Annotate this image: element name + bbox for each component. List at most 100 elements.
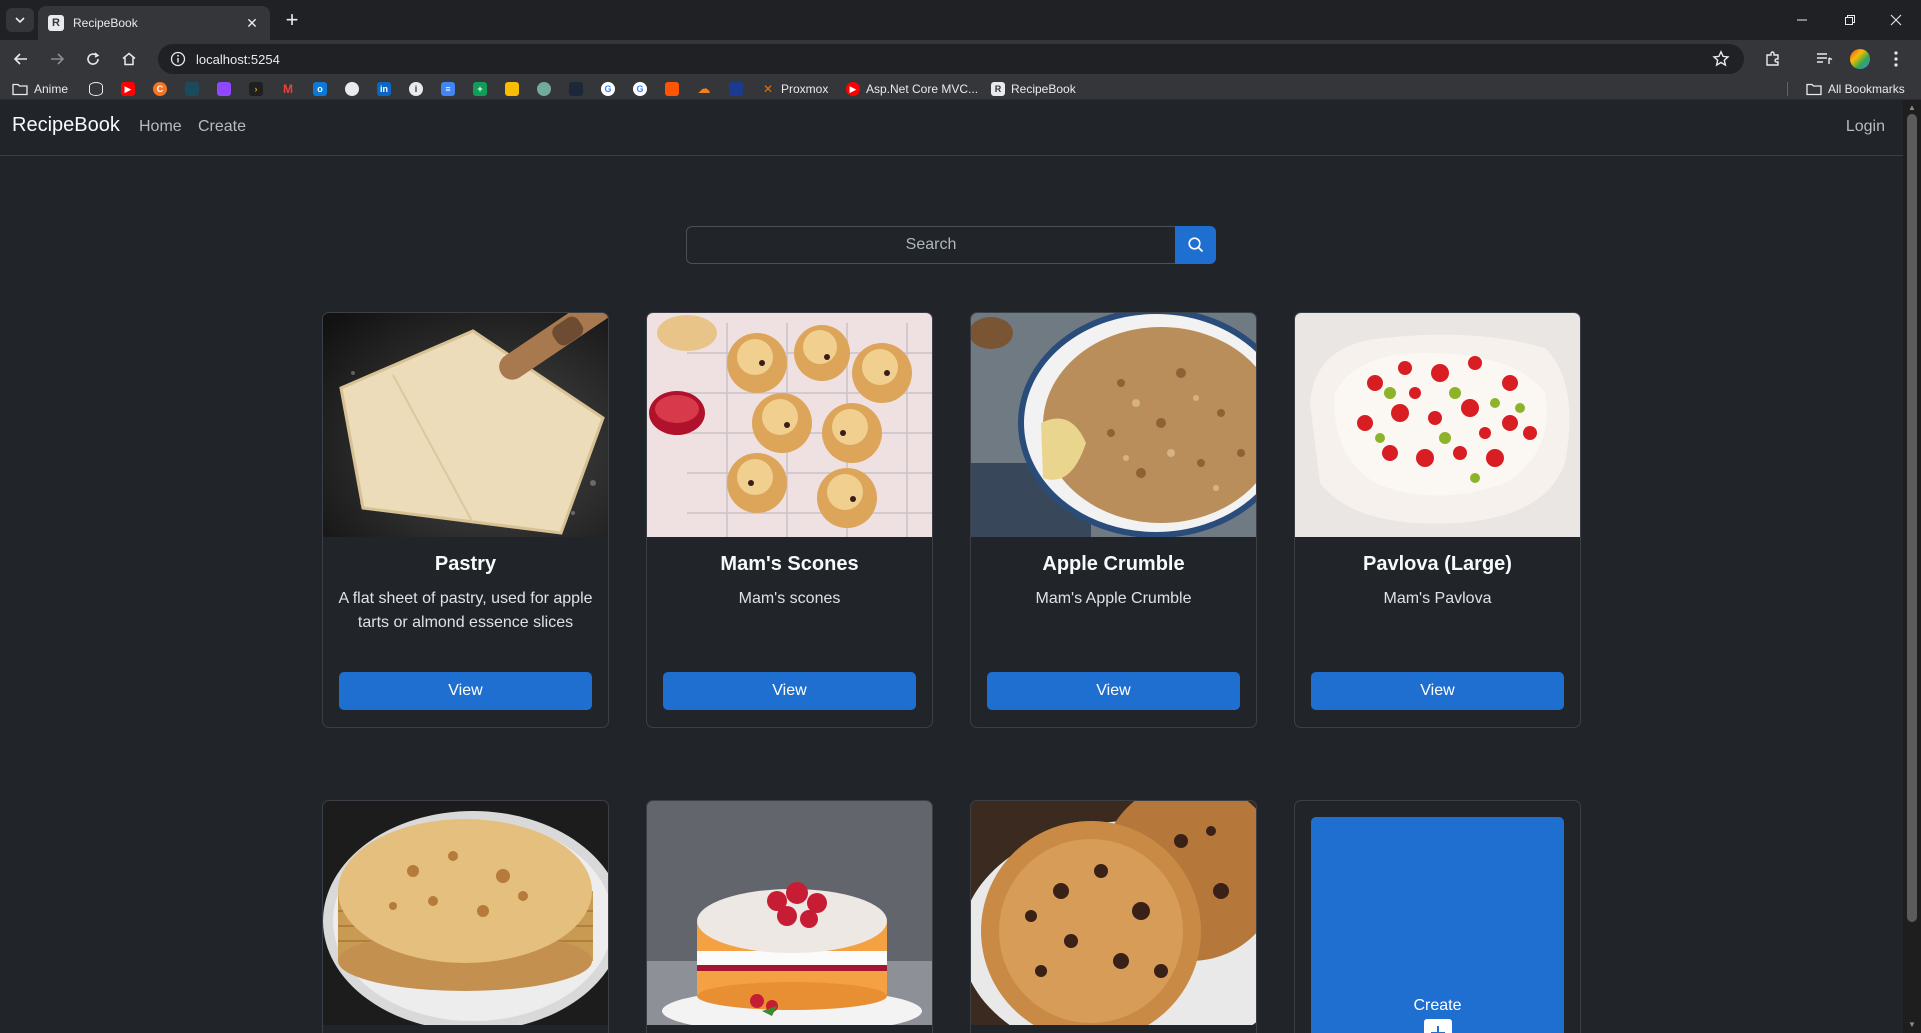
bookmark-twitch[interactable]: [217, 81, 231, 97]
view-recipe-button[interactable]: View: [663, 672, 916, 710]
address-bar[interactable]: localhost:5254: [158, 44, 1744, 74]
rss-icon: [185, 82, 199, 96]
puzzle-icon: [1766, 51, 1779, 66]
bookmark-google[interactable]: G: [601, 81, 615, 97]
search-input[interactable]: [686, 226, 1175, 264]
recipe-card: Pastry A flat sheet of pastry, used for …: [322, 312, 609, 728]
forward-button[interactable]: [45, 47, 69, 71]
all-bookmarks-label: All Bookmarks: [1828, 82, 1905, 96]
scroll-down-arrow-icon[interactable]: ▼: [1907, 1019, 1917, 1029]
bookmark-github[interactable]: [345, 81, 359, 97]
plus-icon: [1424, 1019, 1452, 1033]
bookmark-google-alt[interactable]: G: [633, 81, 647, 97]
page-scrollbar[interactable]: ▲ ▼: [1903, 100, 1921, 1033]
home-button[interactable]: [117, 47, 141, 71]
recipe-card: Mam's Scones Mam's scones View: [646, 312, 933, 728]
page-viewport: RecipeBook Home Create Login Pastry A fl…: [0, 100, 1903, 1033]
login-link[interactable]: Login: [1846, 118, 1885, 136]
create-recipe-tile[interactable]: Create: [1311, 817, 1564, 1033]
nav-create-link[interactable]: Create: [198, 118, 246, 136]
close-tab-icon[interactable]: ✕: [244, 15, 260, 32]
scrollbar-thumb[interactable]: [1907, 114, 1917, 922]
all-bookmarks-button[interactable]: All Bookmarks: [1806, 81, 1905, 97]
bookmark-cloud[interactable]: ☁: [697, 81, 711, 97]
github-icon: [345, 82, 359, 96]
home-icon: [122, 52, 136, 66]
youtube-icon: ▶: [121, 82, 135, 96]
outlook-icon: o: [313, 82, 327, 96]
back-button[interactable]: [9, 47, 33, 71]
bookmark-label: Asp.Net Core MVC...: [866, 82, 979, 96]
view-recipe-button[interactable]: View: [1311, 672, 1564, 710]
proxmox-icon: ✕: [761, 82, 775, 96]
recipe-title: Pavlova (Large): [1363, 553, 1512, 575]
search-button[interactable]: [1175, 226, 1216, 264]
url-text: localhost:5254: [196, 51, 280, 67]
cookies-image: [971, 801, 1256, 1025]
brand-link[interactable]: RecipeBook: [12, 114, 120, 137]
browser-menu-button[interactable]: [1884, 47, 1908, 71]
bookmark-crunchyroll[interactable]: C: [153, 81, 167, 97]
profile-button[interactable]: [1848, 47, 1872, 71]
twitch-icon: [217, 82, 231, 96]
folder-icon: [1806, 83, 1822, 96]
media-queue-icon: [1817, 53, 1833, 64]
folder-icon: [12, 83, 28, 96]
pavlova-image: [1295, 313, 1580, 537]
tab-search-button[interactable]: [6, 8, 34, 32]
minimize-button[interactable]: [1779, 8, 1825, 32]
bookmark-soundcloud[interactable]: [665, 81, 679, 97]
recipe-card: [970, 800, 1257, 1033]
bookmarks-divider: [1787, 82, 1788, 96]
bookmark-sheets[interactable]: +: [473, 81, 487, 97]
bookmark-steam[interactable]: [569, 81, 583, 97]
bookmark-chatgpt[interactable]: [537, 81, 551, 97]
reload-button[interactable]: [81, 47, 105, 71]
view-recipe-button[interactable]: View: [339, 672, 592, 710]
avatar: [1850, 49, 1870, 69]
recipe-description: Mam's Pavlova: [1383, 590, 1492, 607]
bookmark-keep[interactable]: [505, 81, 519, 97]
soundcloud-icon: [665, 82, 679, 96]
bookmark-linkedin[interactable]: in: [377, 81, 391, 97]
bookmark-plex[interactable]: ›: [249, 81, 263, 97]
search-bar: [686, 226, 1216, 264]
view-recipe-button[interactable]: View: [987, 672, 1240, 710]
bookmark-gmail[interactable]: M: [281, 81, 295, 97]
bookmark-docs[interactable]: ≡: [441, 81, 455, 97]
google-alt-icon: G: [633, 82, 647, 96]
bookmark-aspnet-video[interactable]: ▶ Asp.Net Core MVC...: [846, 81, 978, 97]
minimize-icon: [1797, 19, 1807, 21]
close-window-button[interactable]: [1873, 8, 1919, 32]
recipebook-favicon-icon: R: [48, 15, 64, 31]
bookmark-recipebook[interactable]: R RecipeBook: [991, 81, 1076, 97]
bookmark-youtube[interactable]: ▶: [121, 81, 135, 97]
recipe-card: Pavlova (Large) Mam's Pavlova View: [1294, 312, 1581, 728]
steam-icon: [569, 82, 583, 96]
crunchyroll-icon: C: [153, 82, 167, 96]
sponge-cake-image: [647, 801, 932, 1025]
bookmark-proxmox[interactable]: ✕ Proxmox: [761, 81, 828, 97]
pancakes-image: [323, 801, 608, 1025]
media-controls-button[interactable]: [1812, 47, 1836, 71]
restore-button[interactable]: [1827, 8, 1873, 32]
browser-tab[interactable]: R RecipeBook ✕: [38, 6, 270, 40]
bookmark-app[interactable]: [729, 81, 743, 97]
tab-title: RecipeBook: [73, 16, 138, 30]
bookmark-rss[interactable]: [185, 81, 199, 97]
bookmark-outlook[interactable]: o: [313, 81, 327, 97]
bookmark-label: RecipeBook: [1011, 82, 1076, 96]
bookmark-star-icon[interactable]: [1712, 50, 1730, 68]
database-icon: [89, 82, 103, 96]
new-tab-button[interactable]: +: [280, 8, 304, 32]
bookmark-label: Proxmox: [781, 82, 829, 96]
bookmark-folder-anime[interactable]: Anime: [12, 81, 68, 97]
scones-image: [647, 313, 932, 537]
extensions-button[interactable]: [1761, 47, 1785, 71]
nav-home-link[interactable]: Home: [139, 118, 182, 136]
bookmark-database[interactable]: [89, 81, 103, 97]
scroll-up-arrow-icon[interactable]: ▲: [1907, 102, 1917, 112]
plex-icon: ›: [249, 82, 263, 96]
bookmark-info[interactable]: i: [409, 81, 423, 97]
site-info-icon[interactable]: [170, 51, 186, 67]
